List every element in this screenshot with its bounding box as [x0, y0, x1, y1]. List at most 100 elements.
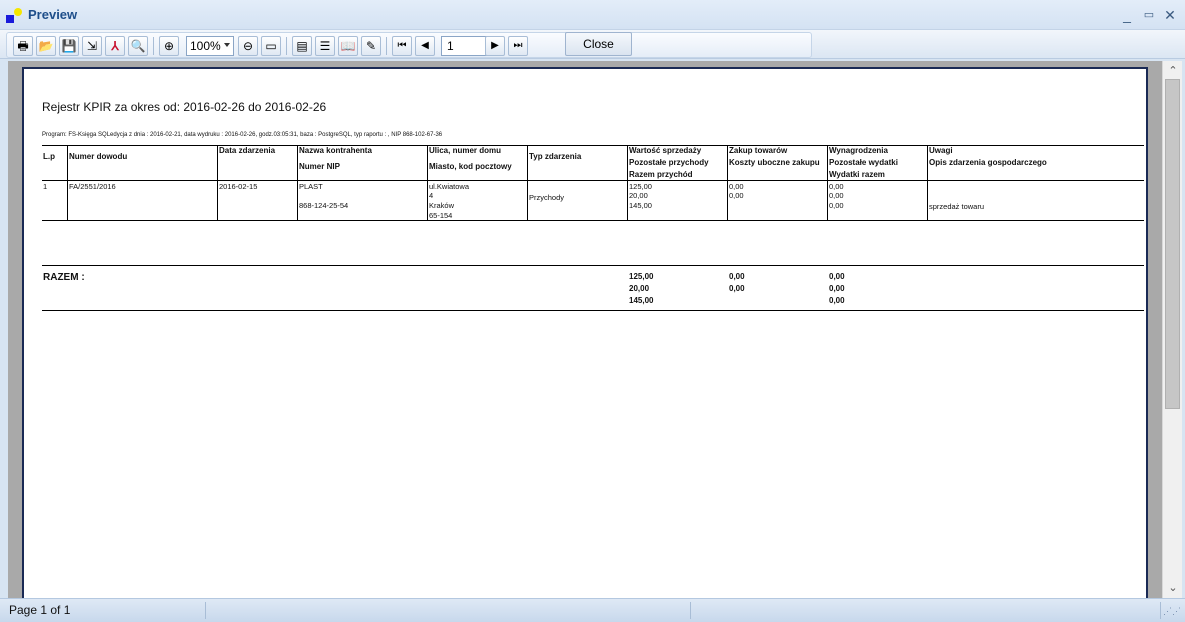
report-info: Program: FS-Księga SQLedycja z dnia : 20… — [42, 132, 443, 138]
book-icon[interactable]: 📖 — [338, 36, 358, 56]
open-folder-icon[interactable]: 📂 — [36, 36, 56, 56]
row-wages: 0,00 — [829, 182, 844, 191]
row-type: Przychody — [529, 193, 565, 202]
header-description: Opis zdarzenia gospodarczego — [929, 158, 1047, 167]
zoom-value: 100% — [190, 39, 221, 53]
title-bar: Preview _ ▭ ✕ — [0, 0, 1185, 30]
pdf-icon[interactable]: ⅄ — [105, 36, 125, 56]
vertical-scrollbar[interactable]: ⌃ ⌄ — [1162, 61, 1182, 598]
row-postal: 65-154 — [429, 211, 453, 220]
status-separator — [690, 602, 691, 619]
row-purchase: 0,00 — [729, 182, 744, 191]
zoom-select[interactable]: 100% — [186, 36, 234, 56]
header-sales: Wartość sprzedaży — [629, 146, 702, 155]
export-icon[interactable]: ⇲ — [82, 36, 102, 56]
status-bar: Page 1 of 1 ⋰⋰ — [0, 598, 1185, 622]
column-divider — [297, 145, 298, 220]
header-doc: Numer dowodu — [69, 152, 128, 161]
table-top-border — [42, 145, 1144, 146]
prev-page-icon[interactable]: ◀ — [415, 36, 435, 56]
column-divider — [927, 145, 928, 220]
zoom-in-icon[interactable]: ⊕ — [159, 36, 179, 56]
minimize-button[interactable]: _ — [1118, 6, 1136, 24]
row-description: sprzedaż towaru — [929, 202, 985, 211]
save-icon[interactable]: 💾 — [59, 36, 79, 56]
row-total-expenses: 0,00 — [829, 201, 844, 210]
header-lp: L.p — [43, 152, 55, 161]
totals-bottom-border — [42, 310, 1144, 311]
column-divider — [627, 145, 628, 220]
total-other-expenses: 0,00 — [829, 284, 845, 293]
edit-icon[interactable]: ✎ — [361, 36, 381, 56]
app-icon — [6, 8, 22, 24]
totals-top-border — [42, 265, 1144, 266]
window-title: Preview — [28, 7, 78, 22]
header-date: Data zdarzenia — [219, 146, 276, 155]
find-icon[interactable]: 🔍 — [128, 36, 148, 56]
toolbar-separator — [286, 37, 287, 55]
close-button[interactable]: Close — [565, 32, 632, 56]
totals-label: RAZEM : — [43, 272, 85, 283]
header-street: Ulica, numer domu — [429, 146, 502, 155]
header-wages: Wynagrodzenia — [829, 146, 888, 155]
row-street: ul.Kwiatowa — [429, 182, 470, 191]
header-nip: Numer NIP — [299, 162, 340, 171]
preview-area[interactable]: Rejestr KPIR za okres od: 2016-02-26 do … — [8, 61, 1162, 598]
row-other-income: 20,00 — [629, 191, 648, 200]
single-page-icon[interactable]: ▤ — [292, 36, 312, 56]
header-other-income: Pozostałe przychody — [629, 158, 709, 167]
header-purchase-costs: Koszty uboczne zakupu — [729, 158, 820, 167]
last-page-icon[interactable]: ⏭ — [508, 36, 528, 56]
scroll-down-icon[interactable]: ⌄ — [1163, 580, 1183, 596]
row-contractor: PLAST — [299, 182, 323, 191]
multi-page-icon[interactable]: ☰ — [315, 36, 335, 56]
report-page: Rejestr KPIR za okres od: 2016-02-26 do … — [22, 67, 1148, 598]
toolbar-panel: 🖶 📂 💾 ⇲ ⅄ 🔍 ⊕ 100% ⊖ ▭ ▤ ☰ 📖 ✎ ⏮ ◀ ▶ ⏭ — [6, 32, 812, 58]
full-page-icon[interactable]: ▭ — [261, 36, 281, 56]
header-total-income: Razem przychód — [629, 170, 693, 179]
row-nip: 868-124-25-54 — [299, 201, 349, 210]
row-total-income: 145,00 — [629, 201, 652, 210]
scroll-up-icon[interactable]: ⌃ — [1163, 63, 1183, 79]
page-info: Page 1 of 1 — [9, 603, 71, 617]
column-divider — [727, 145, 728, 220]
next-page-icon[interactable]: ▶ — [485, 36, 505, 56]
first-page-icon[interactable]: ⏮ — [392, 36, 412, 56]
resize-grip-icon[interactable]: ⋰⋰ — [1163, 606, 1181, 617]
row-city: Kraków — [429, 201, 455, 210]
toolbar-separator — [153, 37, 154, 55]
toolbar-separator — [386, 37, 387, 55]
column-divider — [527, 145, 528, 220]
maximize-button[interactable]: ▭ — [1140, 6, 1158, 24]
row-purchase-costs: 0,00 — [729, 191, 744, 200]
column-divider — [67, 145, 68, 220]
zoom-out-icon[interactable]: ⊖ — [238, 36, 258, 56]
close-window-button[interactable]: ✕ — [1161, 6, 1179, 24]
page-number-input[interactable] — [441, 36, 487, 56]
row-doc: FA/2551/2016 — [69, 182, 116, 191]
total-sales: 125,00 — [629, 272, 654, 281]
report-title: Rejestr KPIR za okres od: 2016-02-26 do … — [42, 100, 327, 114]
header-notes: Uwagi — [929, 146, 953, 155]
table-bottom-border — [42, 220, 1144, 221]
header-contractor: Nazwa kontrahenta — [299, 146, 372, 155]
status-separator — [1160, 602, 1161, 619]
total-purchase: 0,00 — [729, 272, 745, 281]
total-income: 145,00 — [629, 296, 654, 305]
header-type: Typ zdarzenia — [529, 152, 582, 161]
header-city: Miasto, kod pocztowy — [429, 162, 512, 171]
header-purchase: Zakup towarów — [729, 146, 788, 155]
header-total-expenses: Wydatki razem — [829, 170, 885, 179]
row-lp: 1 — [43, 182, 48, 191]
total-purchase-costs: 0,00 — [729, 284, 745, 293]
table-header-border — [42, 180, 1144, 181]
column-divider — [827, 145, 828, 220]
row-sales: 125,00 — [629, 182, 652, 191]
total-other-income: 20,00 — [629, 284, 650, 293]
print-icon[interactable]: 🖶 — [13, 36, 33, 56]
status-separator — [205, 602, 206, 619]
row-other-expenses: 0,00 — [829, 191, 844, 200]
total-wages: 0,00 — [829, 272, 845, 281]
scrollbar-thumb[interactable] — [1165, 79, 1180, 409]
total-expenses: 0,00 — [829, 296, 845, 305]
